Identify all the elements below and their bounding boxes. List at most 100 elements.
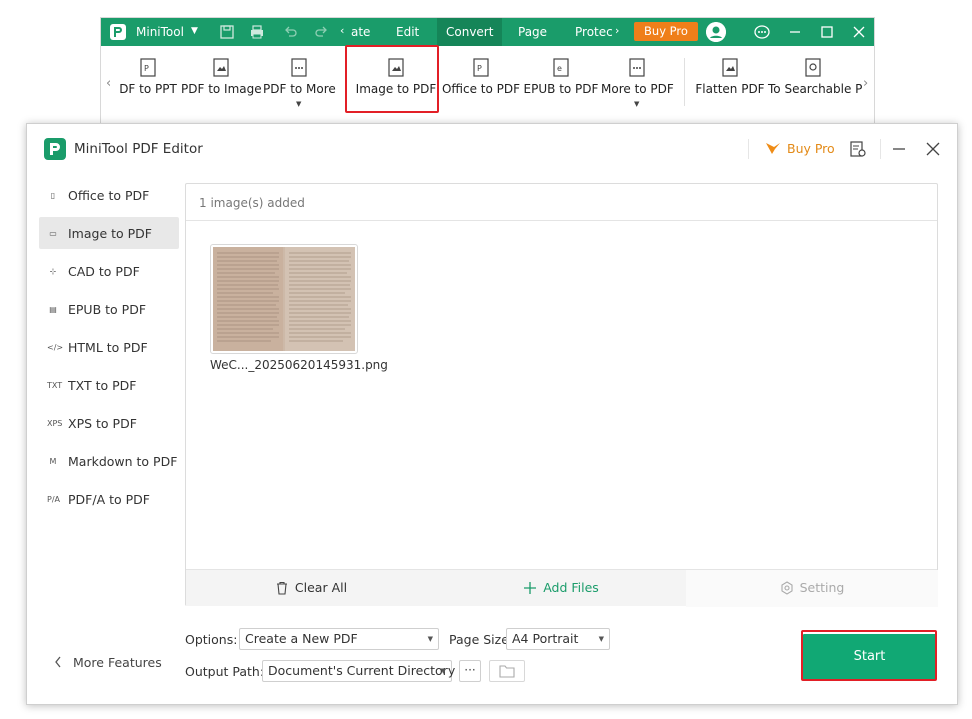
menu-item-edit[interactable]: Edit [386,18,429,46]
conversion-sidebar: ▯ Office to PDF ▭ Image to PDF ⊹ CAD to PDF ▤ E… [39,179,179,521]
file-panel-footer: Clear All Add Files Setting [186,569,938,607]
setting-button[interactable]: Setting [686,570,938,607]
app-menu-caret-icon[interactable]: ▼ [191,26,198,36]
dialog-title: MiniTool PDF Editor [74,141,203,157]
save-icon[interactable] [219,24,235,40]
ribbon-separator [684,58,685,106]
svg-text:P: P [477,64,482,73]
clear-all-label: Clear All [294,580,348,595]
buy-pro-button[interactable]: Buy Pro [634,22,698,41]
sidebar-item-epub-to-pdf[interactable]: ▤ EPUB to PDF [39,293,179,325]
title-separator-2 [880,139,881,159]
browse-button[interactable]: ··· [459,660,481,682]
cad-icon: ⊹ [49,267,57,276]
convert-dialog: MiniTool PDF Editor Buy Pro ▯ Office to P… [26,123,958,705]
dialog-titlebar: MiniTool PDF Editor Buy Pro [27,124,957,174]
app-name[interactable]: MiniTool [136,25,184,39]
file-name: WeC..._20250620145931.png [210,358,388,372]
sidebar-item-label: CAD to PDF [68,264,140,279]
ribbon-scroll-right-icon[interactable]: › [863,76,868,91]
sidebar-item-xps-to-pdf[interactable]: XPS XPS to PDF [39,407,179,439]
maximize-icon[interactable] [819,24,835,40]
open-folder-button[interactable] [489,660,525,682]
ribbon-pdf-to-ppt[interactable]: P DF to PPT [119,46,177,124]
buy-pro-icon[interactable] [765,140,781,156]
ribbon-flatten-pdf[interactable]: Flatten PDF [695,46,765,124]
image-icon: ▭ [49,229,57,238]
plus-icon [524,581,537,594]
output-path-select[interactable]: Document's Current Directory ▼ [262,660,455,682]
file-thumbnail-image [213,247,355,351]
start-button[interactable]: Start [803,634,936,680]
feedback-icon[interactable] [849,140,867,158]
minimize-icon[interactable] [787,24,803,40]
markdown-icon: M [49,457,57,466]
menu-item-convert[interactable]: Convert [437,18,503,46]
close-icon[interactable] [923,139,943,159]
sidebar-item-label: Image to PDF [68,226,152,241]
file-count: 1 image(s) added [199,196,305,210]
sidebar-item-markdown-to-pdf[interactable]: M Markdown to PDF [39,445,179,477]
sidebar-item-office-to-pdf[interactable]: ▯ Office to PDF [39,179,179,211]
buy-pro-link[interactable]: Buy Pro [787,141,835,156]
flatten-pdf-icon [722,58,738,77]
xps-icon: XPS [47,419,63,428]
sidebar-item-label: PDF/A to PDF [68,492,150,507]
chevron-down-icon: ▼ [427,635,433,643]
sidebar-item-txt-to-pdf[interactable]: TXT TXT to PDF [39,369,179,401]
trash-icon [276,581,287,595]
sidebar-item-cad-to-pdf[interactable]: ⊹ CAD to PDF [39,255,179,287]
add-files-label: Add Files [543,580,599,595]
ribbon-office-to-pdf[interactable]: P Office to PDF [441,46,521,124]
svg-text:e: e [557,64,562,73]
ribbon-epub-to-pdf[interactable]: e EPUB to PDF [523,46,599,124]
clear-all-button[interactable]: Clear All [186,570,436,607]
add-files-button[interactable]: Add Files [436,570,686,607]
redo-icon[interactable] [313,24,329,40]
more-to-pdf-icon [629,58,645,77]
user-avatar-icon[interactable] [706,22,726,42]
sidebar-item-image-to-pdf[interactable]: ▭ Image to PDF [39,217,179,249]
minitool-pdf-logo-icon [44,138,66,160]
print-icon[interactable] [249,24,265,40]
sidebar-item-pdf-a-to-pdf[interactable]: P/A PDF/A to PDF [39,483,179,515]
epub-to-pdf-icon: e [553,58,569,77]
minimize-icon[interactable] [889,139,909,159]
options-select[interactable]: Create a New PDF ▼ [239,628,439,650]
close-icon[interactable] [851,24,867,40]
title-separator [748,139,749,159]
dropdown-caret-icon: ▼ [296,100,302,108]
pdf-to-ppt-icon: P [140,58,156,77]
txt-icon: TXT [47,381,63,390]
sidebar-item-label: XPS to PDF [68,416,137,431]
office-to-pdf-icon: P [473,58,489,77]
page-size-label: Page Size: [449,632,514,647]
convert-ribbon: ‹ P DF to PPT PDF to Image PDF to More ▼… [101,46,874,124]
file-thumbnail[interactable] [210,244,358,354]
pdf-to-image-icon [213,58,229,77]
ribbon-scroll-left-icon[interactable]: ‹ [106,76,111,91]
office-icon: ▯ [50,191,56,200]
page-size-select[interactable]: A4 Portrait ▼ [506,628,610,650]
ribbon-to-searchable-pdf[interactable]: To Searchable P [768,46,862,124]
chevron-down-icon: ▼ [440,667,446,675]
sidebar-item-html-to-pdf[interactable]: </> HTML to PDF [39,331,179,363]
undo-icon[interactable] [283,24,299,40]
gear-icon [781,580,793,595]
feedback-icon[interactable] [754,24,770,40]
setting-label: Setting [799,580,845,595]
background-editor-window: MiniTool ▼ ‹ ate Edit Convert Page Prote… [100,17,875,125]
ribbon-pdf-to-more[interactable]: PDF to More ▼ [263,46,336,124]
output-path-label: Output Path: [185,664,265,679]
ribbon-more-to-pdf[interactable]: More to PDF ▼ [601,46,674,124]
menu-item-ate[interactable]: ate [341,18,380,46]
ribbon-image-to-pdf[interactable]: Image to PDF [354,46,438,124]
menu-item-page[interactable]: Page [508,18,557,46]
file-panel: 1 image(s) added WeC..._20250620145931.p… [185,183,938,607]
more-features-label: More Features [73,655,162,670]
sidebar-item-label: EPUB to PDF [68,302,147,317]
editor-titlebar: MiniTool ▼ ‹ ate Edit Convert Page Prote… [101,18,874,46]
dropdown-caret-icon: ▼ [634,100,640,108]
ribbon-pdf-to-image[interactable]: PDF to Image [181,46,262,124]
menu-scroll-right-icon[interactable]: › [615,24,619,37]
